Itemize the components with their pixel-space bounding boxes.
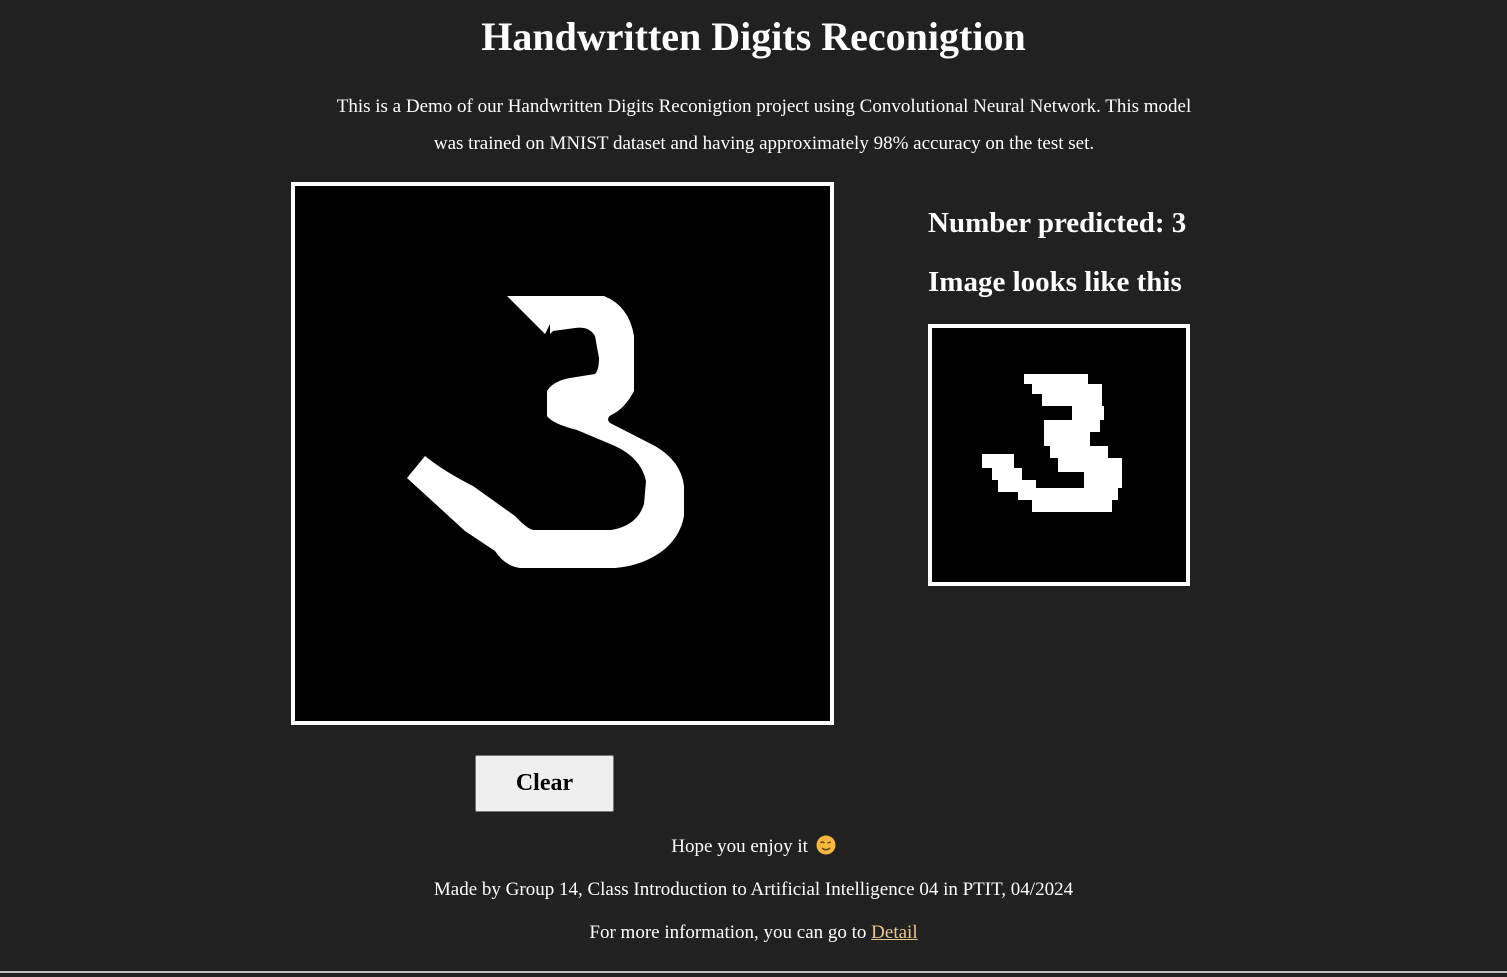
clear-button[interactable]: Clear <box>475 755 614 812</box>
more-info-prefix: For more information, you can go to <box>589 922 872 943</box>
credit-line: Made by Group 14, Class Introduction to … <box>433 879 1074 900</box>
more-info-line: For more information, you can go to Deta… <box>0 921 1507 945</box>
page: Handwritten Digits Reconigtion This is a… <box>0 0 1507 977</box>
bottom-divider <box>0 971 1507 973</box>
detail-link[interactable]: Detail <box>871 922 917 943</box>
prediction-panel: Number predicted: 3 Image looks like thi… <box>928 203 1328 302</box>
winking-face-icon <box>816 835 836 855</box>
drawing-canvas[interactable] <box>291 182 834 725</box>
pixelated-digit <box>982 374 1122 512</box>
preview-heading: Image looks like this <box>928 266 1182 298</box>
processed-image-preview <box>928 324 1190 586</box>
enjoy-message: Hope you enjoy it <box>0 835 1507 859</box>
page-title: Handwritten Digits Reconigtion <box>481 14 1026 59</box>
enjoy-text: Hope you enjoy it <box>671 836 808 857</box>
intro-description: This is a Demo of our Handwritten Digits… <box>336 96 1192 154</box>
predicted-number: Number predicted: 3 <box>928 207 1187 239</box>
drawn-digit-stroke <box>407 296 684 568</box>
